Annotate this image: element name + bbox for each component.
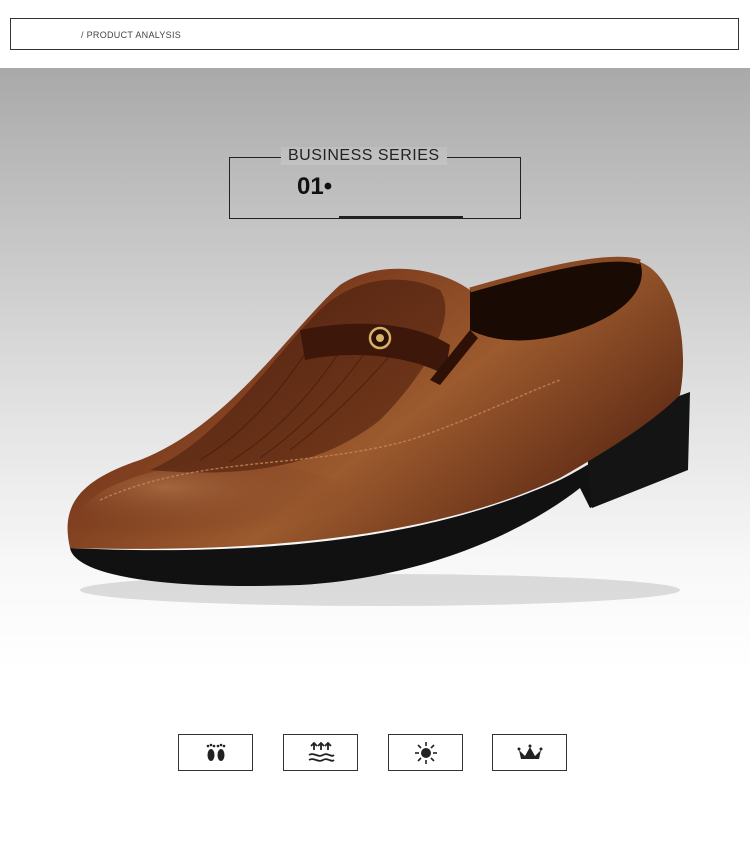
feature-icons bbox=[0, 734, 750, 774]
feature-comfort bbox=[178, 734, 253, 771]
crown-icon bbox=[517, 744, 542, 759]
footprints-icon bbox=[206, 743, 225, 761]
feature-crown bbox=[492, 734, 567, 771]
breathable-icon bbox=[308, 741, 335, 762]
feature-breathable bbox=[283, 734, 358, 771]
feature-sun bbox=[388, 734, 463, 771]
shoe-image bbox=[67, 256, 690, 606]
sun-icon bbox=[414, 741, 437, 764]
